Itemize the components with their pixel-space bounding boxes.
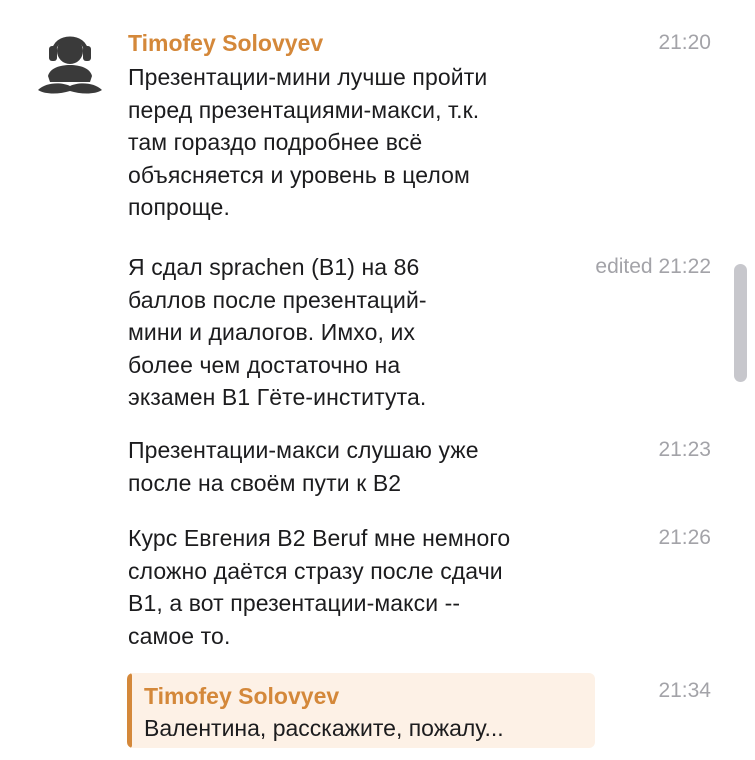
reply-text: Валентина, расскажите, пожалу... [144, 715, 504, 741]
message-4[interactable]: Курс Евгения B2 Beruf мне немного сложно… [128, 522, 688, 652]
message-1[interactable]: Timofey Solovyev Презентации-мини лучше … [128, 28, 688, 224]
reply-accent-bar [127, 673, 132, 748]
message-time: 21:23 [658, 438, 711, 461]
message-time: 21:34 [658, 679, 711, 702]
message-text: Презентации-мини лучше пройти перед през… [128, 64, 488, 220]
message-time-edited: edited 21:22 [595, 255, 711, 278]
reply-sender: Timofey Solovyev [144, 683, 340, 709]
message-time: 21:20 [658, 31, 711, 54]
message-text: Курс Евгения B2 Beruf мне немного сложно… [128, 525, 511, 649]
avatar[interactable] [36, 24, 104, 100]
reply-preview[interactable]: Timofey Solovyev Валентина, расскажите, … [127, 673, 595, 748]
scrollbar-thumb[interactable] [734, 264, 747, 382]
message-text: Презентации-макси слушаю уже после на св… [128, 437, 479, 496]
message-sender[interactable]: Timofey Solovyev [128, 28, 688, 58]
message-time: 21:26 [658, 526, 711, 549]
headphones-person-icon [38, 36, 102, 94]
message-3[interactable]: Презентации-макси слушаю уже после на св… [128, 434, 688, 499]
